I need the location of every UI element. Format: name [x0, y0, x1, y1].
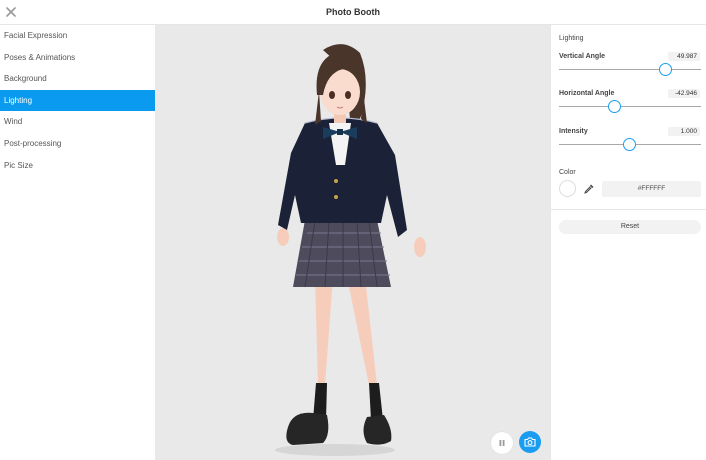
horizontal-angle-slider[interactable] [559, 106, 701, 107]
color-label: Color [559, 169, 576, 176]
color-swatch[interactable] [559, 180, 576, 197]
vertical-angle-slider[interactable] [559, 69, 701, 70]
sidebar-item-lighting[interactable]: Lighting [0, 89, 155, 112]
reset-button[interactable]: Reset [559, 220, 701, 234]
panel-divider [551, 209, 706, 210]
sidebar-item-pic-size[interactable]: Pic Size [0, 155, 155, 177]
window-title: Photo Booth [326, 7, 380, 17]
vertical-angle-value[interactable]: 49.987 [668, 52, 700, 61]
color-hex-field[interactable]: #FFFFFF [602, 181, 701, 197]
pause-icon [499, 440, 505, 446]
sidebar-item-post-processing[interactable]: Post-processing [0, 133, 155, 155]
eyedropper-icon[interactable] [583, 183, 595, 195]
sidebar-item-background[interactable]: Background [0, 68, 155, 90]
intensity-label: Intensity [559, 128, 588, 135]
capture-photo-button[interactable] [519, 431, 541, 453]
sidebar-item-wind[interactable]: Wind [0, 111, 155, 133]
sidebar-item-poses-animations[interactable]: Poses & Animations [0, 47, 155, 69]
character-model [275, 44, 426, 456]
title-bar: Photo Booth [0, 0, 706, 25]
sidebar: Facial Expression Poses & Animations Bac… [0, 25, 155, 460]
horizontal-angle-value[interactable]: -42.946 [668, 89, 700, 98]
lighting-panel: Lighting Vertical Angle 49.987 Horizonta… [550, 25, 706, 460]
horizontal-angle-label: Horizontal Angle [559, 90, 615, 97]
pause-button[interactable] [491, 432, 513, 454]
panel-heading: Lighting [559, 35, 584, 42]
intensity-value[interactable]: 1.000 [668, 127, 700, 136]
intensity-slider-thumb[interactable] [623, 138, 636, 151]
horizontal-angle-slider-thumb[interactable] [608, 100, 621, 113]
vertical-angle-slider-thumb[interactable] [659, 63, 672, 76]
camera-icon [524, 437, 536, 447]
preview-viewport[interactable] [155, 25, 550, 460]
sidebar-item-facial-expression[interactable]: Facial Expression [0, 25, 155, 47]
vertical-angle-label: Vertical Angle [559, 53, 606, 60]
